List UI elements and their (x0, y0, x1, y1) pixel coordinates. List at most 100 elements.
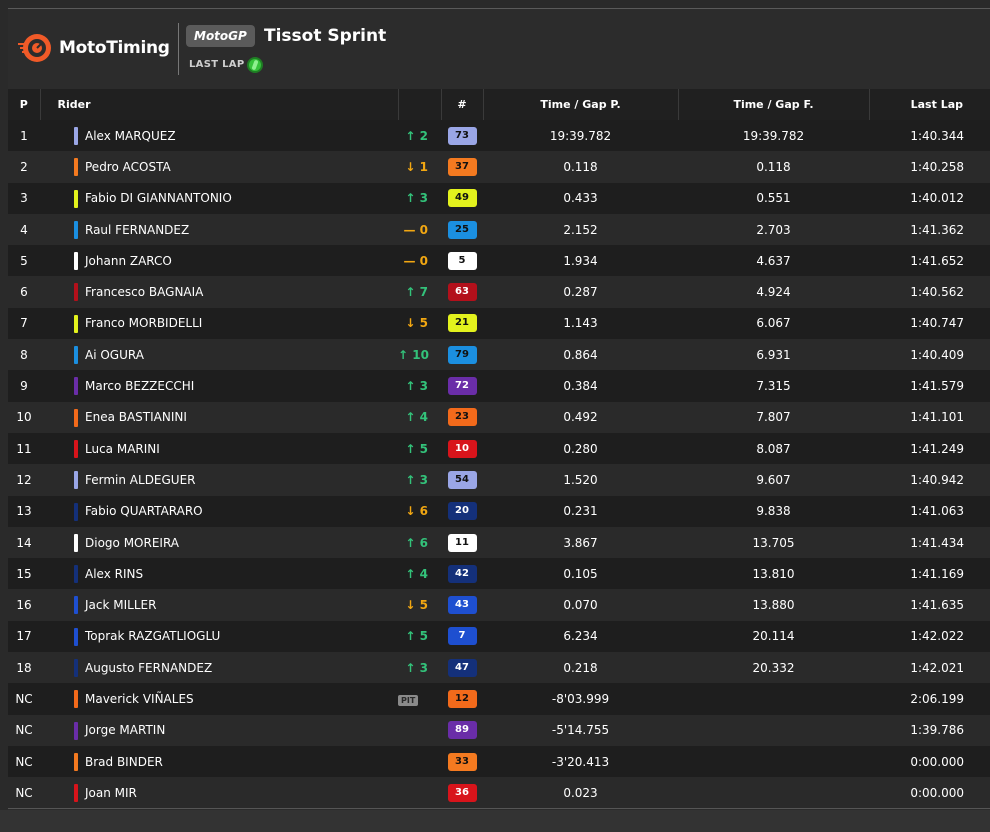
team-color-bar (74, 596, 78, 615)
table-row[interactable]: 10 Enea BASTIANINI ↑ 4 23 0.492 7.807 1:41.101 (8, 401, 990, 433)
rider-name[interactable]: Ai OGURA (74, 348, 144, 362)
table-row[interactable]: 13 Fabio QUARTARARO ↓ 6 20 0.231 9.838 1:41.06… (8, 495, 990, 527)
number-cell: 42 (441, 558, 483, 589)
position-change-cell: ↓ 5 (398, 308, 441, 339)
col-header-gap-previous[interactable]: Time / Gap P. (482, 89, 678, 120)
rider-name[interactable]: Alex RINS (74, 567, 143, 581)
position-cell: NC (15, 785, 33, 800)
rider-cell: Joan MIR (40, 777, 398, 808)
gap-first-cell (678, 683, 869, 714)
rider-name[interactable]: Alex MARQUEZ (74, 129, 176, 143)
table-row[interactable]: NC Brad BINDER 33 -3'20.413 0:00.000 (8, 745, 990, 778)
series-badge: MotoGP (186, 25, 255, 47)
position-cell: 12 (16, 472, 32, 487)
position-cell: 2 (20, 159, 28, 174)
col-header-position[interactable]: P (8, 89, 40, 120)
rider-name[interactable]: Diogo MOREIRA (74, 536, 179, 550)
team-color-bar (74, 752, 78, 771)
rider-name[interactable]: Maverick VIÑALES (74, 692, 194, 706)
position-change-cell: ↑ 7 (398, 276, 441, 307)
gap-first-cell: 13.705 (752, 535, 795, 550)
last-lap-cell: 1:40.258 (910, 159, 964, 174)
table-row[interactable]: 11 Luca MARINI ↑ 5 10 0.280 8.087 1:41.249 (8, 432, 990, 465)
rider-number-badge: 12 (447, 689, 477, 708)
number-cell: 11 (441, 527, 483, 558)
rider-name[interactable]: Johann ZARCO (74, 254, 172, 268)
table-row[interactable]: NC Joan MIR 36 0.023 0:00.000 (8, 777, 990, 809)
rider-name[interactable]: Enea BASTIANINI (74, 410, 187, 424)
rider-cell: Maverick VIÑALES (40, 683, 398, 714)
table-row[interactable]: 2 Pedro ACOSTA ↓ 1 37 0.118 0.118 1:40.258 (8, 151, 990, 183)
table-row[interactable]: 4 Raul FERNANDEZ — 0 25 2.152 2.703 1:41.362 (8, 213, 990, 246)
position-cell: 4 (20, 222, 28, 237)
rider-name[interactable]: Pedro ACOSTA (74, 160, 171, 174)
col-header-rider[interactable]: Rider (39, 89, 398, 120)
col-header-number[interactable]: # (440, 89, 483, 120)
col-header-gap-first[interactable]: Time / Gap F. (677, 89, 869, 120)
rider-name[interactable]: Franco MORBIDELLI (74, 316, 202, 330)
col-header-last-lap[interactable]: Last Lap (868, 89, 990, 120)
table-row[interactable]: 3 Fabio DI GIANNANTONIO ↑ 3 49 0.433 0.551 1:4… (8, 182, 990, 214)
table-row[interactable]: NC Jorge MARTIN 89 -5'14.755 1:39.786 (8, 714, 990, 746)
table-row[interactable]: 1 Alex MARQUEZ ↑ 2 73 19:39.782 19:39.782 1:40… (8, 120, 990, 152)
team-color-bar (74, 533, 78, 552)
table-row[interactable]: 12 Fermin ALDEGUER ↑ 3 54 1.520 9.607 1:40.942 (8, 464, 990, 496)
rider-number-badge: 7 (447, 627, 477, 646)
position-cell: 17 (16, 629, 32, 644)
rider-number-badge: 54 (447, 470, 477, 489)
rider-number-badge: 5 (447, 251, 477, 270)
table-row[interactable]: 17 Toprak RAZGATLIOGLU ↑ 5 7 6.234 20.114 1:42… (8, 620, 990, 653)
number-cell: 37 (441, 151, 483, 182)
rider-name[interactable]: Fabio DI GIANNANTONIO (74, 191, 232, 205)
rider-number-badge: 10 (447, 439, 477, 458)
position-change-cell (398, 777, 441, 808)
table-row[interactable]: NC Maverick VIÑALES PIT 12 -8'03.999 2:06.199 (8, 683, 990, 715)
rider-name[interactable]: Toprak RAZGATLIOGLU (74, 629, 220, 643)
table-row[interactable]: 16 Jack MILLER ↓ 5 43 0.070 13.880 1:41.635 (8, 589, 990, 621)
table-row[interactable]: 5 Johann ZARCO — 0 5 1.934 4.637 1:41.652 (8, 245, 990, 277)
position-change: ↑ 4 (405, 410, 428, 425)
team-color-bar (74, 627, 78, 646)
gap-first-cell: 9.607 (756, 472, 791, 487)
position-change: ↓ 6 (405, 504, 428, 519)
rider-name[interactable]: Raul FERNANDEZ (74, 223, 189, 237)
last-lap-cell: 1:41.635 (910, 598, 964, 613)
rider-name[interactable]: Francesco BAGNAIA (74, 285, 203, 299)
gap-first-cell: 2.703 (756, 222, 791, 237)
position-cell: 9 (20, 379, 28, 394)
table-row[interactable]: 6 Francesco BAGNAIA ↑ 7 63 0.287 4.924 1:40.56… (8, 276, 990, 308)
table-row[interactable]: 15 Alex RINS ↑ 4 42 0.105 13.810 1:41.169 (8, 558, 990, 590)
table-row[interactable]: 18 Augusto FERNANDEZ ↑ 3 47 0.218 20.332 1:42.… (8, 652, 990, 684)
rider-number-badge: 89 (447, 721, 477, 740)
rider-name[interactable]: Fabio QUARTARARO (74, 504, 203, 518)
brand-logo[interactable]: MotoTiming (17, 31, 170, 65)
rider-name[interactable]: Augusto FERNANDEZ (74, 661, 212, 675)
gap-previous-cell: 0.218 (563, 660, 598, 675)
rider-name[interactable]: Fermin ALDEGUER (74, 473, 196, 487)
gap-first-cell: 13.810 (752, 566, 795, 581)
position-change-cell: — 0 (398, 245, 441, 276)
team-color-bar (74, 377, 78, 396)
rider-name[interactable]: Jorge MARTIN (74, 723, 165, 737)
table-row[interactable]: 8 Ai OGURA ↑ 10 79 0.864 6.931 1:40.409 (8, 339, 990, 371)
table-row[interactable]: 9 Marco BEZZECCHI ↑ 3 72 0.384 7.315 1:41.579 (8, 370, 990, 402)
position-cell: 7 (20, 316, 28, 331)
team-color-bar (74, 158, 78, 177)
rider-name[interactable]: Joan MIR (74, 786, 137, 800)
rider-name[interactable]: Jack MILLER (74, 598, 156, 612)
team-color-bar (74, 690, 78, 709)
rider-name[interactable]: Luca MARINI (74, 442, 160, 456)
position-cell: 10 (16, 410, 32, 425)
gap-first-cell: 6.067 (756, 316, 791, 331)
rider-cell: Jorge MARTIN (40, 715, 398, 746)
position-cell: NC (15, 691, 33, 706)
team-color-bar (74, 408, 78, 427)
team-color-bar (74, 220, 78, 239)
rider-name[interactable]: Marco BEZZECCHI (74, 379, 194, 393)
rider-cell: Enea BASTIANINI (40, 402, 398, 433)
rider-name[interactable]: Brad BINDER (74, 755, 163, 769)
rider-cell: Alex RINS (40, 558, 398, 589)
table-row[interactable]: 14 Diogo MOREIRA ↑ 6 11 3.867 13.705 1:41.434 (8, 526, 990, 559)
table-row[interactable]: 7 Franco MORBIDELLI ↓ 5 21 1.143 6.067 1:40.74… (8, 307, 990, 340)
position-change: ↑ 3 (405, 660, 428, 675)
